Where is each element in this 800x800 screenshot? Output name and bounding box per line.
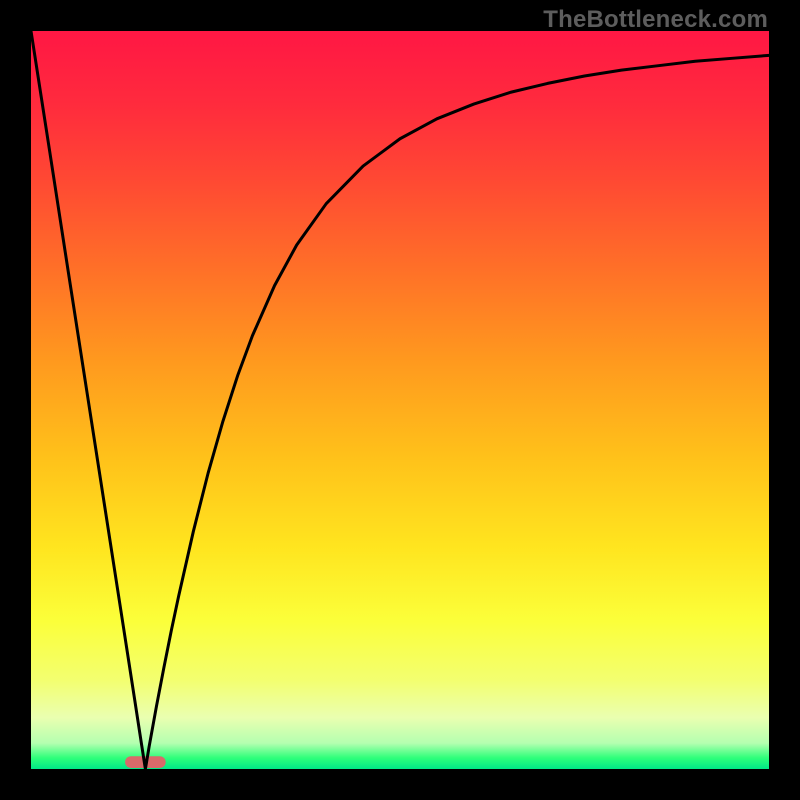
watermark-text: TheBottleneck.com [543,6,768,34]
background-gradient [31,31,769,769]
plot-svg [31,31,769,769]
chart-frame: TheBottleneck.com [0,0,800,800]
plot-area [31,31,769,769]
